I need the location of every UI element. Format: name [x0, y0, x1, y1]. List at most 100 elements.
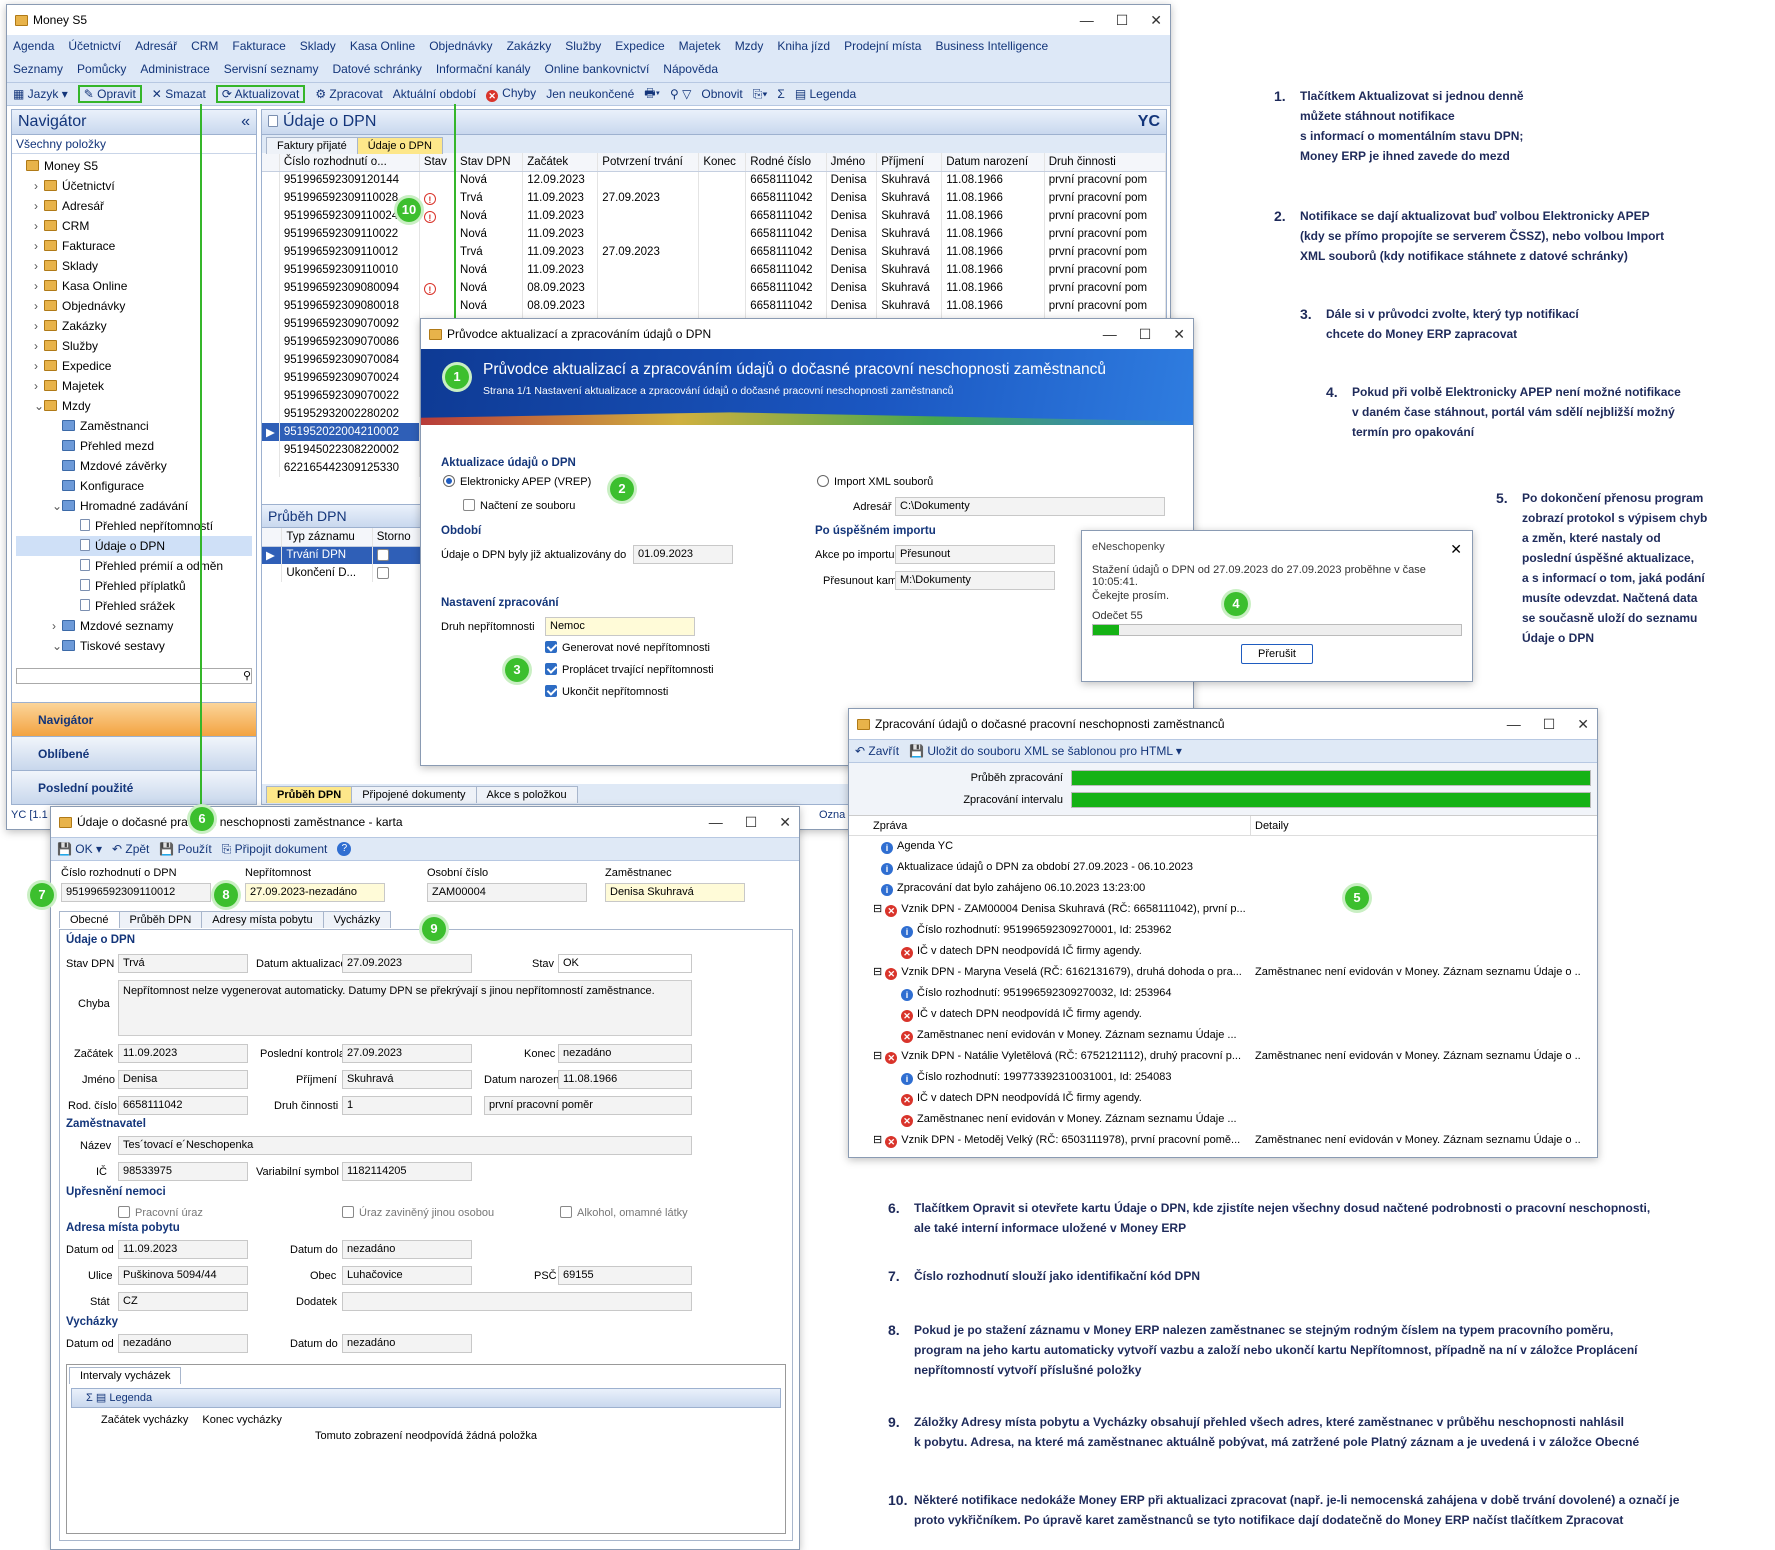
pouzit-button[interactable]: 💾 Použít — [159, 842, 211, 856]
adresar-input[interactable]: C:\Dokumenty — [895, 497, 1165, 516]
menu-item[interactable]: Pomůcky — [77, 60, 126, 79]
stav-field[interactable]: OK — [558, 954, 692, 973]
help-icon[interactable]: ? — [337, 842, 352, 856]
tab-prubeh-dpn[interactable]: Průběh DPN — [118, 911, 203, 928]
jen-neukoncene-button[interactable]: Jen neukončené — [546, 87, 634, 101]
log-row[interactable]: ✕ IČ v datech DPN neodpovídá IČ firmy age… — [849, 941, 1597, 962]
tab-vychazky[interactable]: Vycházky — [322, 911, 392, 928]
nacteni-ze-souboru-checkbox[interactable]: Načtení ze souboru — [463, 499, 575, 512]
table-row[interactable]: 951996592309110010 Nová 11.09.2023 66581110… — [262, 261, 1166, 279]
tab-faktury-prijate[interactable]: Faktury přijaté — [266, 137, 358, 154]
table-row[interactable]: 951996592309110022 Nová 11.09.2023 66581110… — [262, 225, 1166, 243]
column-header[interactable]: Rodné číslo — [745, 153, 827, 172]
storno-checkbox[interactable] — [376, 548, 389, 561]
tree-item[interactable]: Přehled prémií a odměn — [16, 556, 252, 576]
tree-item[interactable]: › Fakturace — [16, 236, 252, 256]
pripojit-dokument-button[interactable]: ⎘ Připojit dokument — [222, 842, 328, 857]
navigator-search[interactable]: ⚲ — [16, 668, 252, 684]
menu-item[interactable]: CRM — [191, 37, 218, 56]
menu-item[interactable]: Zakázky — [507, 37, 552, 56]
log-row[interactable]: ✕ Zaměstnanec není evidován v Money. Zázn… — [849, 1025, 1597, 1046]
column-header[interactable]: Konec — [698, 153, 747, 172]
aktualni-obdobi-button[interactable]: Aktuální období — [393, 87, 476, 101]
column-header[interactable]: Potvrzení trvání — [597, 153, 700, 172]
opravit-button[interactable]: ✎ Opravit — [77, 85, 142, 103]
tree-item[interactable]: › Objednávky — [16, 296, 252, 316]
menu-item[interactable]: Administrace — [140, 60, 209, 79]
menu-item[interactable]: Business Intelligence — [935, 37, 1048, 56]
stat-field[interactable]: CZ — [118, 1292, 248, 1311]
menu-item[interactable]: Seznamy — [13, 60, 63, 79]
tree-item[interactable]: Money S5 — [16, 156, 252, 176]
adresa-datum-od-field[interactable]: 11.09.2023 — [118, 1240, 248, 1259]
pracovni-uraz-checkbox[interactable]: Pracovní úraz — [118, 1206, 203, 1219]
log-row[interactable]: ⊟ ✕ Vznik DPN - ZAM00004 Denisa Skuhravá … — [849, 899, 1597, 920]
close-icon[interactable]: ✕ — [1577, 716, 1589, 733]
presun-input[interactable]: M:\Dokumenty — [895, 571, 1055, 590]
tree-item[interactable]: › Adresář — [16, 196, 252, 216]
variabilni-symbol-field[interactable]: 1182114205 — [342, 1162, 472, 1181]
expand-icon[interactable]: ⊟ — [873, 966, 882, 978]
chyby-button[interactable]: ✕ Chyby — [486, 86, 536, 102]
menu-item[interactable]: Kniha jízd — [777, 37, 830, 56]
log-row[interactable]: ⊟ ✕ Vznik DPN - Metoděj Velký (RČ: 650311… — [849, 1130, 1597, 1151]
jmeno-field[interactable]: Denisa — [118, 1070, 248, 1089]
log-row[interactable]: ✕ Zaměstnanec není evidován v Money. Zázn… — [849, 1109, 1597, 1130]
close-icon[interactable]: ✕ — [1450, 541, 1462, 558]
log-row[interactable]: i Agenda YC — [849, 836, 1597, 857]
zacatek-field[interactable]: 11.09.2023 — [118, 1044, 248, 1063]
sum-icon[interactable]: Σ — [86, 1392, 93, 1404]
tab-pripojene-dokumenty[interactable]: Připojené dokumenty — [351, 786, 477, 803]
vychazky-datum-do-field[interactable]: nezadáno — [342, 1334, 472, 1353]
close-icon[interactable]: ✕ — [779, 814, 791, 831]
menu-item[interactable]: Agenda — [13, 37, 54, 56]
menu-item[interactable]: Expedice — [615, 37, 664, 56]
log-row[interactable]: i Aktualizace údajů o DPN za období 27.09… — [849, 857, 1597, 878]
tree-item[interactable]: Přehled srážek — [16, 596, 252, 616]
tree-item[interactable]: ⌄ Mzdy — [16, 396, 252, 416]
prijmeni-field[interactable]: Skuhravá — [342, 1070, 472, 1089]
dodatek-field[interactable] — [342, 1292, 692, 1311]
stav-dpn-field[interactable]: Trvá — [118, 954, 248, 973]
ic-field[interactable]: 98533975 — [118, 1162, 248, 1181]
smazat-button[interactable]: ✕ Smazat — [152, 87, 206, 101]
log-row[interactable]: i Číslo rozhodnutí: 951996592309270001, I… — [849, 920, 1597, 941]
menu-item[interactable]: Objednávky — [429, 37, 492, 56]
tab-intervaly[interactable]: Intervaly vycházek — [69, 1367, 182, 1384]
table-row[interactable]: 951996592309110012 Trvá 11.09.2023 27.09.20… — [262, 243, 1166, 261]
datum-aktualizace-field[interactable]: 27.09.2023 — [342, 954, 472, 973]
maximize-icon[interactable]: ☐ — [1543, 716, 1556, 733]
minimize-icon[interactable]: — — [709, 814, 723, 831]
tree-item[interactable]: › Mzdové seznamy — [16, 616, 252, 636]
legenda-button[interactable]: ▤ Legenda — [795, 87, 856, 101]
obdobi-input[interactable]: 01.09.2023 — [633, 545, 733, 564]
menu-item[interactable]: Služby — [565, 37, 601, 56]
column-header[interactable]: Stav — [419, 153, 457, 172]
tab-adresy[interactable]: Adresy místa pobytu — [201, 911, 324, 928]
table-row[interactable]: 951996592309080018 Nová 08.09.2023 66581110… — [262, 297, 1166, 315]
menu-item[interactable]: Majetek — [679, 37, 721, 56]
sum-icon[interactable]: Σ — [777, 87, 784, 101]
minimize-icon[interactable]: — — [1507, 716, 1521, 733]
tree-item[interactable]: › Zakázky — [16, 316, 252, 336]
filter-icon[interactable]: ⚲ ▽ — [670, 87, 691, 101]
log-row[interactable]: ✕ IČ v datech DPN neodpovídá IČ firmy age… — [849, 1088, 1597, 1109]
zpet-button[interactable]: ↶ Zpět — [112, 842, 149, 856]
tree-item[interactable]: Přehled mezd — [16, 436, 252, 456]
ok-button[interactable]: 💾 OK ▾ — [57, 842, 102, 856]
menu-item[interactable]: Adresář — [135, 37, 177, 56]
alkohol-checkbox[interactable]: Alkohol, omamné látky — [560, 1206, 688, 1219]
tree-item[interactable]: › CRM — [16, 216, 252, 236]
osobni-cislo-field[interactable]: ZAM00004 — [427, 883, 587, 902]
tree-item[interactable]: Údaje o DPN — [16, 536, 252, 556]
menu-item[interactable]: Nápověda — [663, 60, 718, 79]
menu-item[interactable]: Informační kanály — [436, 60, 531, 79]
tab-obecne[interactable]: Obecné — [59, 911, 120, 928]
maximize-icon[interactable]: ☐ — [745, 814, 758, 831]
akce-select[interactable]: Přesunout — [895, 545, 1055, 564]
maximize-icon[interactable]: ☐ — [1139, 326, 1152, 343]
tree-item[interactable]: › Majetek — [16, 376, 252, 396]
zamestnanec-field[interactable]: Denisa Skuhravá — [605, 883, 745, 902]
table-row[interactable]: 951996592309080094! Nová 08.09.2023 6658111… — [262, 279, 1166, 297]
log-row[interactable]: i Číslo rozhodnutí: 951996592309270032, I… — [849, 983, 1597, 1004]
